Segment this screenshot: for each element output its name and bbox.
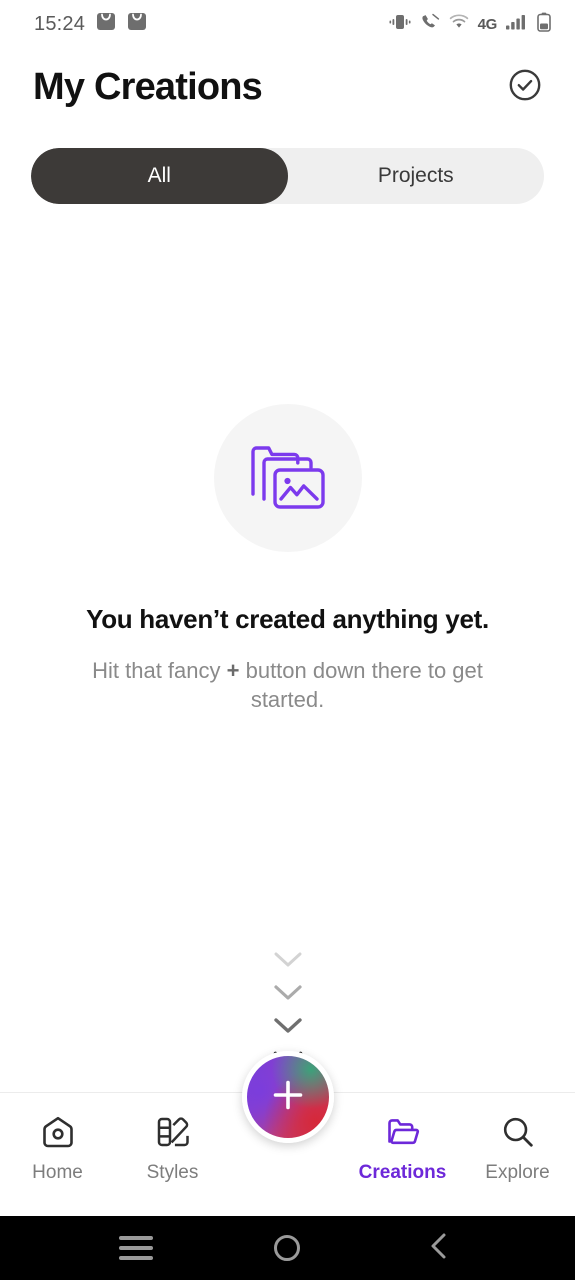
chevron-down-icon [273, 984, 303, 1007]
folder-open-icon [384, 1112, 422, 1152]
network-type-label: 4G [477, 15, 498, 33]
nav-item-styles[interactable]: Styles [115, 1093, 230, 1184]
back-icon [426, 1231, 452, 1266]
wifi-icon [449, 13, 469, 35]
empty-subtitle-plus: + [226, 658, 240, 683]
page-title: My Creations [33, 65, 263, 108]
empty-state-illustration [213, 404, 362, 552]
home-button[interactable] [252, 1216, 322, 1280]
recents-button[interactable] [101, 1216, 171, 1280]
nav-label-styles: Styles [146, 1162, 199, 1183]
chevron-down-icon [273, 1017, 303, 1040]
chevron-down-icon [273, 951, 303, 974]
filter-tabs-container: All Projects [0, 126, 575, 204]
check-circle-icon [507, 67, 543, 108]
plus-icon [267, 1074, 309, 1121]
select-mode-button[interactable] [505, 67, 545, 107]
android-navigation-bar [0, 1216, 575, 1280]
empty-state-title: You haven’t created anything yet. [86, 604, 489, 634]
empty-state-subtitle: Hit that fancy + button down there to ge… [62, 656, 514, 715]
app-header: My Creations [0, 48, 575, 126]
nav-item-explore[interactable]: Explore [460, 1093, 575, 1184]
phone-screen: 15:24 4G My Creations All Projects You h… [0, 0, 575, 1280]
bottom-navigation: Home Styles Creations Explore [0, 1051, 575, 1216]
segmented-control: All Projects [31, 148, 544, 204]
tab-projects[interactable]: Projects [288, 148, 545, 204]
nav-label-explore: Explore [485, 1162, 550, 1183]
create-button[interactable] [241, 1051, 334, 1143]
search-icon [499, 1112, 537, 1152]
stacked-folders-image-icon [246, 437, 330, 520]
empty-state: You haven’t created anything yet. Hit th… [0, 404, 575, 715]
notification-badge-icon [127, 11, 147, 37]
home-icon [39, 1112, 77, 1152]
nav-label-home: Home [32, 1162, 83, 1183]
home-circle-icon [274, 1235, 301, 1261]
battery-icon [537, 12, 551, 37]
status-bar-left: 15:24 [34, 11, 147, 37]
nav-item-creations[interactable]: Creations [345, 1093, 460, 1184]
status-bar-right: 4G [389, 12, 551, 37]
signal-bars-icon [506, 13, 528, 36]
tab-all[interactable]: All [31, 148, 288, 204]
status-time: 15:24 [34, 12, 86, 35]
recents-icon [118, 1236, 153, 1260]
vibrate-icon [389, 13, 411, 36]
notification-badge-icon [96, 11, 116, 37]
nav-item-home[interactable]: Home [0, 1093, 115, 1184]
status-bar: 15:24 4G [0, 0, 575, 48]
empty-subtitle-after: button down there to get started. [239, 658, 483, 713]
palette-icon [154, 1112, 192, 1152]
back-button[interactable] [404, 1216, 474, 1280]
creations-content: You haven’t created anything yet. Hit th… [0, 204, 575, 1092]
nav-label-creations: Creations [358, 1162, 447, 1183]
empty-subtitle-before: Hit that fancy [92, 658, 227, 683]
call-mute-icon [420, 13, 440, 36]
